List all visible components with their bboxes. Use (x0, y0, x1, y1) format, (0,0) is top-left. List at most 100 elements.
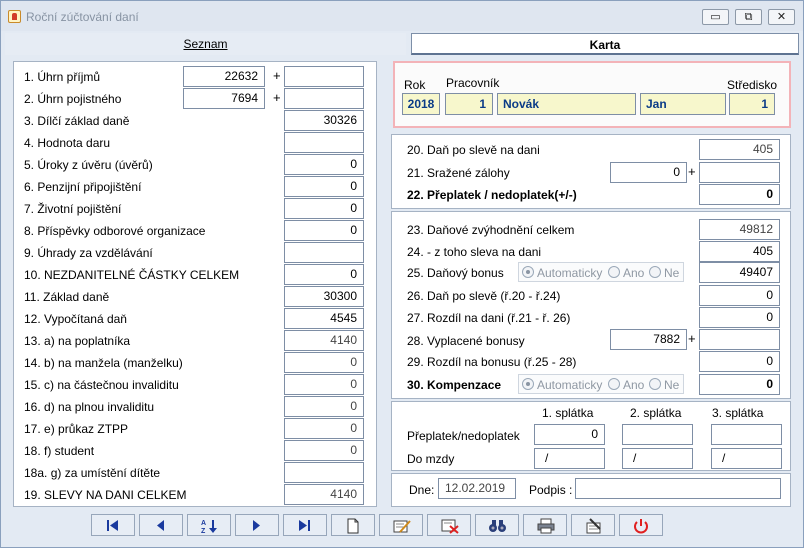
row26-input[interactable]: 0 (699, 285, 780, 306)
row3-input[interactable]: 30326 (284, 110, 364, 131)
osobni-cislo-field[interactable]: 1 (445, 93, 493, 115)
signature-panel: Dne: 12.02.2019 Podpis : (391, 473, 791, 507)
row1-label: 1. Úhrn příjmů (24, 70, 101, 84)
row30-label: 30. Kompenzace (407, 378, 502, 392)
row12-input[interactable]: 4545 (284, 308, 364, 329)
row3-label: 3. Dílčí základ daně (24, 114, 130, 128)
power-icon (634, 519, 648, 534)
row1-input[interactable]: 22632 (183, 66, 265, 87)
row16-input[interactable]: 0 (284, 396, 364, 417)
main-window: Roční zúčtování daní ▭ ⧉ ✕ Seznam Karta … (0, 0, 804, 548)
row23-input[interactable]: 49812 (699, 219, 780, 240)
new-document-icon (347, 518, 359, 534)
plus-sign: + (688, 164, 696, 179)
sort-button[interactable]: AZ (187, 514, 231, 536)
kompenzace-automaticky-radio[interactable] (522, 378, 534, 390)
jmeno-field[interactable]: Jan (640, 93, 726, 115)
row7-input[interactable]: 0 (284, 198, 364, 219)
row11-input[interactable]: 30300 (284, 286, 364, 307)
preplatek-label: Přeplatek/nedoplatek (407, 429, 520, 443)
row30-input[interactable]: 0 (699, 374, 780, 395)
edit-record-button[interactable] (379, 514, 423, 536)
row20-input[interactable]: 405 (699, 139, 780, 160)
maximize-button[interactable]: ⧉ (735, 9, 762, 25)
close-icon: ✕ (776, 11, 787, 23)
row2-extra-input[interactable] (284, 88, 364, 109)
podpis-field[interactable] (575, 478, 781, 499)
bonus-ano-radio[interactable] (608, 266, 620, 278)
row10-input[interactable]: 0 (284, 264, 364, 285)
row29-input[interactable]: 0 (699, 351, 780, 372)
mzda-splatka2-input[interactable]: / (622, 448, 693, 469)
row17-input[interactable]: 0 (284, 418, 364, 439)
row14-input[interactable]: 0 (284, 352, 364, 373)
splatky-panel: 1. splátka 2. splátka 3. splátka Přeplat… (391, 401, 791, 471)
row19-label: 19. SLEVY NA DANI CELKEM (24, 488, 187, 502)
row1-extra-input[interactable] (284, 66, 364, 87)
row4-input[interactable] (284, 132, 364, 153)
row13-input[interactable]: 4140 (284, 330, 364, 351)
rok-field[interactable]: 2018 (402, 93, 440, 115)
kompenzace-ne-radio[interactable] (649, 378, 661, 390)
tab-seznam[interactable]: Seznam (5, 33, 406, 55)
stredisko-field[interactable]: 1 (729, 93, 775, 115)
plus-sign: + (273, 68, 281, 83)
prijmeni-field[interactable]: Novák (497, 93, 636, 115)
close-button[interactable]: ✕ (768, 9, 795, 25)
row21-input[interactable]: 0 (610, 162, 687, 183)
splatka3-header: 3. splátka (712, 406, 764, 420)
print-button[interactable] (523, 514, 567, 536)
prev-record-button[interactable] (139, 514, 183, 536)
row24-input[interactable]: 405 (699, 241, 780, 262)
restore-icon: ⧉ (744, 11, 753, 23)
last-record-button[interactable] (283, 514, 327, 536)
row18-input[interactable]: 0 (284, 440, 364, 461)
mzda-splatka1-input[interactable]: / (534, 448, 605, 469)
row25-input[interactable]: 49407 (699, 262, 780, 283)
row5-input[interactable]: 0 (284, 154, 364, 175)
row28-input[interactable]: 7882 (610, 329, 687, 350)
preplatek-splatka1-input[interactable]: 0 (534, 424, 605, 445)
row9-label: 9. Úhrady za vzdělávání (24, 246, 153, 260)
kompenzace-ano-radio[interactable] (608, 378, 620, 390)
row9-input[interactable] (284, 242, 364, 263)
row8-input[interactable]: 0 (284, 220, 364, 241)
tools-icon (586, 518, 601, 534)
row21-extra-input[interactable] (699, 162, 780, 183)
row6-label: 6. Penzijní připojištění (24, 180, 142, 194)
new-record-button[interactable] (331, 514, 375, 536)
delete-record-button[interactable] (427, 514, 471, 536)
row27-input[interactable]: 0 (699, 307, 780, 328)
minimize-icon: ▭ (710, 11, 721, 23)
search-button[interactable] (475, 514, 519, 536)
title-bar: Roční zúčtování daní ▭ ⧉ ✕ (1, 1, 803, 31)
row18a-input[interactable] (284, 462, 364, 483)
next-record-button[interactable] (235, 514, 279, 536)
exit-button[interactable] (619, 514, 663, 536)
row17-label: 17. e) průkaz ZTPP (24, 422, 129, 436)
window-title: Roční zúčtování daní (26, 10, 139, 24)
binoculars-icon (489, 520, 506, 532)
row19-input[interactable]: 4140 (284, 484, 364, 505)
row28-extra-input[interactable] (699, 329, 780, 350)
tab-karta[interactable]: Karta (411, 33, 799, 55)
minimize-button[interactable]: ▭ (702, 9, 729, 25)
tab-seznam-label: Seznam (183, 37, 228, 51)
row2-input[interactable]: 7694 (183, 88, 265, 109)
mzda-splatka3-input[interactable]: / (711, 448, 782, 469)
row25-label: 25. Daňový bonus (407, 266, 504, 280)
bonus-ne-radio[interactable] (649, 266, 661, 278)
row22-input[interactable]: 0 (699, 184, 780, 205)
first-record-button[interactable] (91, 514, 135, 536)
preplatek-splatka3-input[interactable] (711, 424, 782, 445)
printer-icon (537, 518, 555, 534)
row16-label: 16. d) na plnou invaliditu (24, 400, 155, 414)
date-field[interactable]: 12.02.2019 (438, 478, 516, 499)
row6-input[interactable]: 0 (284, 176, 364, 197)
preplatek-splatka2-input[interactable] (622, 424, 693, 445)
bonus-automaticky-radio[interactable] (522, 266, 534, 278)
ano-label: Ano (623, 378, 645, 392)
row15-input[interactable]: 0 (284, 374, 364, 395)
tools-button[interactable] (571, 514, 615, 536)
sort-az-icon: AZ (201, 520, 217, 534)
